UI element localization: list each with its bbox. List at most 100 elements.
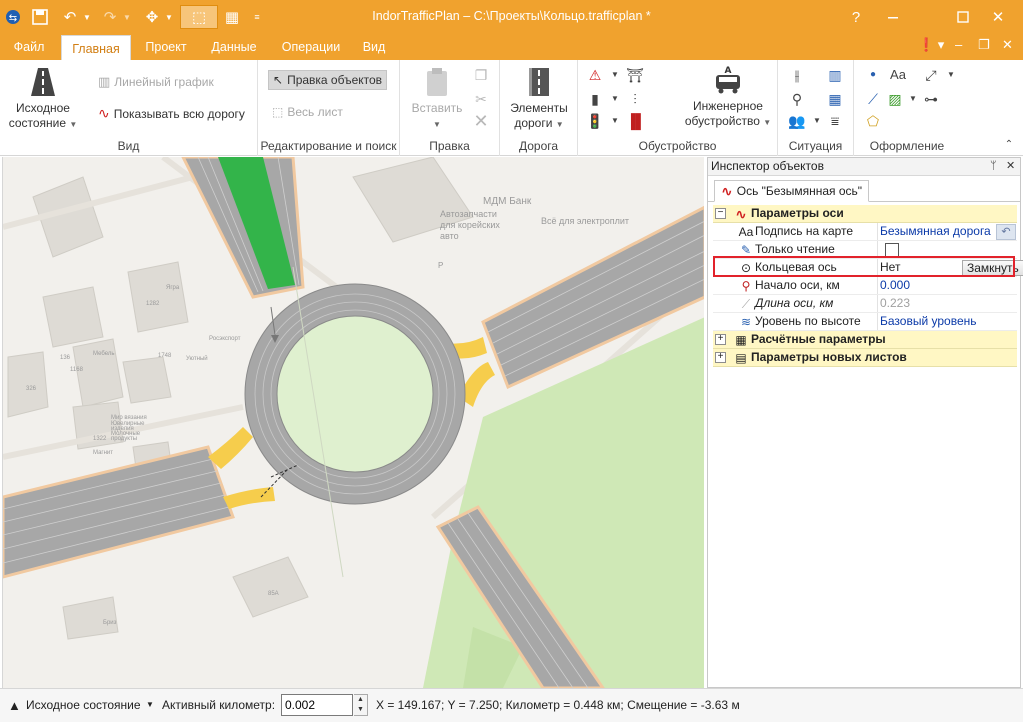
building (7, 351, 49, 418)
delete-icon[interactable]: ✕ (472, 112, 490, 130)
tab-project[interactable]: Проект (138, 34, 194, 60)
edit-objects-button[interactable]: ↖ Правка объектов (268, 70, 388, 90)
read-only-checkbox[interactable] (885, 243, 899, 257)
axis-curve-icon: ∿ (735, 206, 747, 222)
copy-icon[interactable]: ❐ (472, 66, 490, 84)
map-label-b2: Ягра (166, 285, 180, 291)
point-icon[interactable]: ● (864, 66, 882, 84)
map-label-b16: Магнит (93, 450, 113, 456)
height-level-value[interactable]: Базовый уровень (880, 313, 977, 330)
collapse-icon[interactable]: − (715, 208, 726, 219)
tab-file[interactable]: Файл (6, 34, 52, 60)
pin-icon[interactable]: ᛘ (990, 158, 997, 175)
arrow-dropdown-icon[interactable]: ▼ (942, 66, 960, 84)
section-new-sheet-params[interactable]: + ▤ Параметры новых листов (713, 349, 1017, 367)
row-axis-start[interactable]: ⚲ Начало оси, км 0.000 (713, 277, 1017, 295)
text-icon[interactable]: Aa (886, 66, 910, 84)
hydrant-icon[interactable]: ⚲ (788, 90, 806, 108)
group-design: ● Aa ⤢ ▼ ⟋ ▨ ▼ ⊶ ⬠ Оформление (854, 60, 960, 156)
map-label-bank: МДМ Банк (483, 196, 532, 207)
building (42, 286, 104, 348)
group-label-equipment: Обустройство (638, 139, 717, 153)
inspector-close-icon[interactable]: ✕ (1006, 158, 1015, 175)
map-label-b7: Мебель (93, 351, 114, 357)
close-button[interactable]: ✕ (980, 0, 1016, 34)
map-label-parts-1: Автозапчасти (440, 209, 497, 219)
building (122, 356, 172, 404)
engineering-equipment-button[interactable]: A Инженерное обустройство ▼ (682, 64, 774, 130)
group-label-edit: Редактирование и поиск (260, 139, 397, 153)
doc-restore-icon[interactable]: ❐ (978, 37, 990, 53)
road-elements-button[interactable]: Элементы дороги ▼ (506, 66, 572, 132)
traffic-light-icon[interactable]: 🚦 (586, 112, 604, 130)
collapse-ribbon-icon[interactable]: ⌃ (1000, 136, 1018, 154)
section-calc-params[interactable]: + ▦ Расчётные параметры (713, 331, 1017, 349)
linear-graph-button[interactable]: ▥ Линейный график (98, 74, 214, 90)
whole-sheet-button[interactable]: ⬚ Весь лист (272, 105, 343, 119)
dimension-icon[interactable]: ⊶ (922, 90, 940, 108)
sign-dropdown-icon[interactable]: ▼ (606, 66, 624, 84)
barrier-dropdown-icon[interactable]: ▼ (606, 90, 624, 108)
map-drawing[interactable]: МДМ Банк Автозапчасти для корейских авто… (3, 157, 704, 688)
svg-text:A: A (725, 66, 732, 76)
expand-icon[interactable]: + (715, 334, 726, 345)
grid-icon[interactable]: ▦ (826, 90, 844, 108)
map-label-parts-2: для корейских (440, 220, 500, 230)
active-km-input[interactable] (281, 694, 353, 716)
expand-icon[interactable]: + (715, 352, 726, 363)
minimize-button[interactable] (875, 0, 911, 34)
light-dropdown-icon[interactable]: ▼ (606, 112, 624, 130)
row-map-label[interactable]: Aa Подпись на карте Безымянная дорога ↶ (713, 223, 1017, 241)
warning-sign-icon[interactable]: ⚠ (586, 66, 604, 84)
tab-data[interactable]: Данные (204, 34, 264, 60)
barrier-icon[interactable]: ▮ (586, 90, 604, 108)
people-icon[interactable]: 👥 (788, 112, 806, 130)
group-label-clipboard: Правка (429, 139, 470, 153)
railway-icon[interactable]: ⩸ (826, 112, 844, 130)
marking-icon[interactable]: ⫶ (626, 90, 644, 108)
sheet-icon: ⬚ (272, 105, 284, 119)
warning-indicator-icon[interactable]: ❗ ▾ (918, 37, 944, 53)
state-selector[interactable]: Исходное состояние (26, 698, 141, 712)
km-spinner[interactable]: ▲ ▼ (354, 694, 368, 716)
doc-close-icon[interactable]: ✕ (1002, 37, 1013, 53)
polygon-icon[interactable]: ⬠ (864, 112, 882, 130)
maximize-button[interactable] (945, 0, 981, 34)
section-axis-params[interactable]: − ∿ Параметры оси (713, 205, 1017, 223)
doc-minimize-icon[interactable]: – (955, 37, 962, 52)
group-road: Элементы дороги ▼ Дорога (500, 60, 578, 156)
tab-home[interactable]: Главная (61, 35, 131, 60)
row-height-level[interactable]: ≋ Уровень по высоте Базовый уровень (713, 313, 1017, 331)
map-label-stoves: Всё для электроплит (541, 216, 629, 226)
pedestrian-light-icon[interactable]: ▐▌ (626, 112, 646, 130)
arrow-icon[interactable]: ⤢ (922, 66, 940, 84)
tab-operations[interactable]: Операции (276, 34, 346, 60)
map-canvas[interactable]: МДМ Банк Автозапчасти для корейских авто… (2, 157, 704, 688)
paste-button[interactable]: Вставить ▼ (408, 66, 466, 132)
power-line-icon[interactable]: ⫲ (788, 66, 806, 84)
show-whole-road-button[interactable]: ∿ Показывать всю дорогу (98, 105, 245, 122)
map-label-b5: Уютный (186, 355, 208, 362)
inspector-tabs: ∿ Ось "Безымянная ось" (708, 176, 1020, 202)
building-icon[interactable]: ▥ (826, 66, 844, 84)
gate-icon[interactable]: ⛩ (626, 66, 644, 84)
road-southwest (3, 445, 235, 579)
tab-view[interactable]: Вид (356, 34, 392, 60)
building (232, 556, 309, 618)
map-label-value[interactable]: Безымянная дорога (880, 223, 991, 240)
building (62, 596, 119, 640)
people-dropdown-icon[interactable]: ▼ (808, 112, 826, 130)
map-label-b9: 326 (26, 386, 37, 392)
image-dropdown-icon[interactable]: ▼ (904, 90, 922, 108)
initial-state-button[interactable]: Исходное состояние ▼ (8, 66, 78, 132)
road-icon (31, 68, 55, 96)
polyline-icon[interactable]: ⟋ (864, 90, 882, 108)
reset-icon[interactable]: ↶ (996, 224, 1016, 240)
row-axis-length: ⟋ Длина оси, км 0.223 (713, 295, 1017, 313)
help-button[interactable]: ? (838, 0, 874, 34)
state-dropdown-icon[interactable]: ▼ (146, 700, 154, 709)
tab-axis[interactable]: ∿ Ось "Безымянная ось" (714, 180, 870, 202)
image-icon[interactable]: ▨ (886, 90, 904, 108)
cut-icon[interactable]: ✂ (472, 90, 490, 108)
axis-start-value[interactable]: 0.000 (880, 277, 910, 294)
